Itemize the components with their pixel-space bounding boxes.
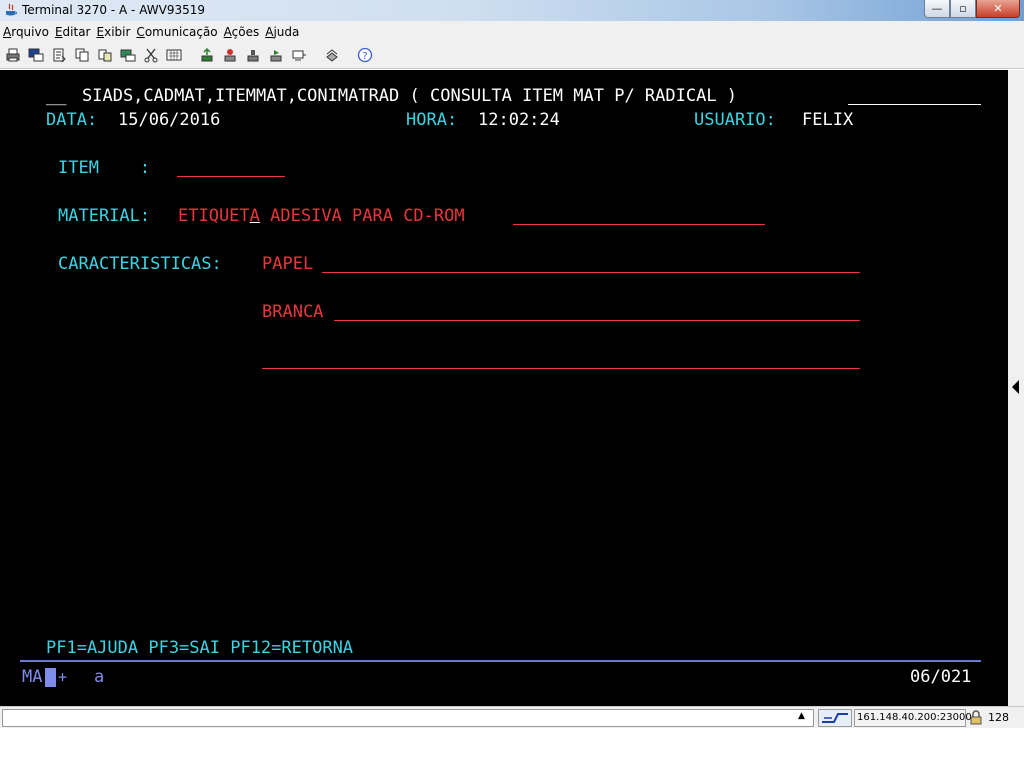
header-underline: [848, 104, 981, 105]
paste-icon: [53, 48, 66, 63]
item-label: ITEM :: [58, 158, 151, 178]
cursor-position: 06/021: [910, 667, 972, 687]
time-value: 12:02:24: [478, 110, 560, 130]
encryption-bits: 128: [988, 711, 1009, 724]
copy-append-button[interactable]: [96, 46, 114, 64]
copy-button[interactable]: [73, 46, 91, 64]
function-keys: PF1=AJUDA PF3=SAI PF12=RETORNA: [46, 638, 354, 658]
oia-cursor-block: [45, 668, 56, 687]
copy-icon: [75, 48, 89, 62]
window-title: Terminal 3270 - A - AWV93519: [22, 3, 205, 17]
macro-button[interactable]: [290, 46, 308, 64]
toolbar: ?: [0, 42, 1024, 69]
bottom-area: [0, 728, 1024, 768]
screen-icon: [120, 49, 136, 62]
menu-exibir[interactable]: Exibir: [97, 25, 131, 39]
cut-button[interactable]: [142, 46, 160, 64]
status-up-arrow-icon[interactable]: ▲: [798, 711, 805, 721]
characteristic-1[interactable]: PAPEL: [262, 254, 313, 274]
date-label: DATA:: [46, 110, 98, 130]
cut-icon: [144, 48, 158, 63]
item-input[interactable]: [177, 176, 285, 177]
status-message-field: [2, 709, 814, 727]
menu-arquivo[interactable]: Arquivo: [3, 25, 49, 39]
java-app-icon: [6, 3, 17, 16]
receive-file-icon: [224, 49, 236, 62]
connection-icon: [822, 713, 848, 723]
record-icon: [247, 50, 259, 62]
record-button[interactable]: [244, 46, 262, 64]
settings-button[interactable]: [323, 46, 341, 64]
time-label: HORA:: [406, 110, 458, 130]
window-controls: — ▫ ✕: [924, 0, 1020, 18]
maximize-icon: ▫: [959, 2, 967, 15]
characteristics-label: CARACTERISTICAS:: [58, 254, 222, 274]
help-button[interactable]: ?: [356, 46, 374, 64]
title-bar: Terminal 3270 - A - AWV93519 — ▫ ✕: [0, 0, 1024, 21]
oia-mode: MA: [22, 667, 43, 687]
maximize-button[interactable]: ▫: [950, 0, 976, 18]
paste-button[interactable]: [50, 46, 68, 64]
send-file-button[interactable]: [198, 46, 216, 64]
connection-status: [818, 709, 852, 727]
screen-button[interactable]: [119, 46, 137, 64]
macro-icon: [292, 50, 306, 61]
print-button[interactable]: [4, 46, 22, 64]
close-icon: ✕: [993, 2, 1003, 15]
keypad-button[interactable]: [165, 46, 183, 64]
date-value: 15/06/2016: [118, 110, 221, 130]
oia-separator: [20, 660, 981, 662]
status-bar: ▲ 161.148.40.200:23000 128: [0, 706, 1024, 728]
terminal-screen[interactable]: __ SIADS,CADMAT,ITEMMAT,CONIMATRAD ( CON…: [0, 70, 1008, 706]
host-address: 161.148.40.200:23000: [854, 709, 972, 727]
print-icon: [6, 48, 20, 62]
side-panel-toggle[interactable]: [1008, 70, 1024, 706]
menu-bar: Arquivo Editar Exibir Comunicação Ações …: [0, 21, 1024, 42]
user-label: USUARIO:: [694, 110, 776, 130]
characteristic-2-underline: [334, 320, 860, 321]
user-value: FELIX: [802, 110, 854, 130]
material-label: MATERIAL:: [58, 206, 151, 226]
minimize-icon: —: [931, 2, 943, 15]
receive-file-button[interactable]: [221, 46, 239, 64]
characteristic-3-input[interactable]: [262, 368, 860, 369]
collapse-arrow-icon: [1012, 380, 1019, 394]
characteristic-2[interactable]: BRANCA: [262, 302, 323, 322]
menu-acoes[interactable]: Ações: [224, 25, 260, 39]
copy-screen-icon: [28, 48, 44, 62]
oia-plus: +: [58, 668, 68, 686]
text-cursor: A: [249, 206, 260, 226]
copy-append-icon: [98, 49, 112, 62]
screen-title: SIADS,CADMAT,ITEMMAT,CONIMATRAD ( CONSUL…: [82, 86, 738, 106]
oia-indicator: a: [94, 667, 105, 687]
header-prefix: __: [46, 86, 67, 106]
send-file-icon: [201, 47, 213, 62]
characteristic-1-underline: [322, 272, 860, 273]
material-value[interactable]: ETIQUETA ADESIVA PARA CD-ROM: [178, 206, 465, 226]
svg-text:?: ?: [362, 51, 367, 62]
minimize-button[interactable]: —: [924, 0, 950, 18]
play-button[interactable]: [267, 46, 285, 64]
lock-icon: [970, 710, 982, 725]
settings-icon: [326, 49, 338, 62]
menu-comunicacao[interactable]: Comunicação: [136, 25, 217, 39]
help-icon: ?: [357, 47, 373, 63]
keypad-icon: [166, 49, 182, 61]
close-button[interactable]: ✕: [976, 0, 1020, 18]
copy-screen-button[interactable]: [27, 46, 45, 64]
material-input-underline: [513, 224, 765, 225]
play-icon: [270, 50, 282, 62]
menu-ajuda[interactable]: Ajuda: [265, 25, 299, 39]
menu-editar[interactable]: Editar: [55, 25, 91, 39]
